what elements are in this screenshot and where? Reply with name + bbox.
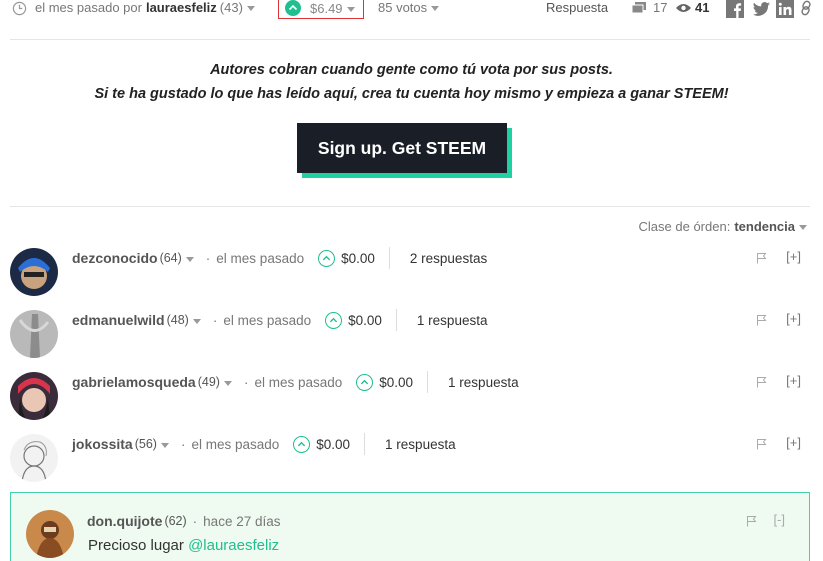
reply-count[interactable]: 1 respuesta: [385, 437, 456, 452]
comment-author[interactable]: dezconocido: [72, 250, 158, 266]
reply-time: hace 27 días: [203, 513, 281, 529]
avatar[interactable]: [10, 310, 58, 358]
avatar[interactable]: [10, 372, 58, 420]
divider: [10, 39, 810, 40]
flag-icon[interactable]: [756, 314, 767, 326]
comment-time: el mes pasado: [216, 250, 305, 266]
author-rep: (56): [134, 437, 157, 451]
separator-dot: ·: [192, 513, 198, 529]
post-author-meta: el mes pasado por lauraesfeliz (43): [35, 0, 255, 15]
upvote-icon[interactable]: [318, 249, 336, 267]
expand-toggle[interactable]: [+]: [786, 311, 801, 326]
post-meta-bar: el mes pasado por lauraesfeliz (43) $6.4…: [0, 0, 823, 19]
divider: [427, 371, 429, 393]
facebook-icon[interactable]: [726, 0, 744, 18]
clock-icon: [12, 1, 27, 16]
author-rep: (49): [197, 375, 220, 389]
comment-payout[interactable]: $0.00: [341, 251, 375, 266]
flag-icon[interactable]: [756, 438, 767, 450]
post-payout[interactable]: $6.49: [278, 0, 364, 19]
collapse-toggle[interactable]: [-]: [773, 512, 785, 527]
expand-toggle[interactable]: [+]: [786, 373, 801, 388]
reply-text: Precioso lugar: [88, 537, 184, 554]
comment-time: el mes pasado: [223, 312, 312, 328]
expand-toggle[interactable]: [+]: [786, 435, 801, 450]
post-author-link[interactable]: lauraesfeliz: [146, 0, 217, 15]
divider: [10, 206, 810, 207]
sort-selector[interactable]: Clase de órden: tendencia: [639, 219, 807, 234]
avatar[interactable]: [10, 248, 58, 296]
comment-time: el mes pasado: [191, 436, 280, 452]
flag-icon[interactable]: [756, 376, 767, 388]
promo-line-1: Autores cobran cuando gente como tú vota…: [210, 62, 613, 78]
vote-count-label: 85 votos: [378, 0, 428, 15]
author-rep: (62): [164, 514, 187, 528]
payout-amount: $6.49: [310, 0, 343, 16]
comment-author[interactable]: jokossita: [72, 436, 133, 452]
upvote-icon[interactable]: [285, 0, 301, 16]
comment-item: gabrielamosqueda (49) · el mes pasado $0…: [0, 371, 823, 422]
comment-count: 17: [653, 0, 668, 15]
divider: [388, 247, 390, 269]
signup-button[interactable]: Sign up. Get STEEM: [297, 123, 507, 173]
chevron-down-icon[interactable]: [246, 6, 255, 11]
signup-area: Sign up. Get STEEM: [297, 123, 512, 178]
separator-dot: ·: [243, 374, 249, 390]
twitter-icon[interactable]: [752, 0, 771, 18]
sort-label: Clase de órden:: [638, 219, 731, 234]
author-rep: (64): [159, 251, 182, 265]
reply-count[interactable]: 1 respuesta: [417, 313, 488, 328]
post-time: el mes pasado por: [35, 0, 142, 15]
post-author-rep: (43): [219, 0, 243, 15]
view-count: 41: [695, 0, 710, 15]
reply-body: Precioso lugar @lauraesfeliz: [88, 537, 279, 554]
separator-dot: ·: [212, 312, 218, 328]
upvote-icon[interactable]: [325, 311, 343, 329]
promo-line-2: Si te ha gustado lo que has leído aquí, …: [94, 86, 729, 102]
divider: [395, 309, 397, 331]
highlighted-reply: don.quijote (62) · hace 27 días Precioso…: [10, 492, 810, 561]
author-rep: (48): [166, 313, 189, 327]
sort-value[interactable]: tendencia: [734, 219, 795, 234]
upvote-icon[interactable]: [356, 373, 374, 391]
chevron-down-icon[interactable]: [346, 6, 355, 12]
reply-button[interactable]: Respuesta: [546, 0, 608, 15]
reply-count[interactable]: 1 respuesta: [448, 375, 519, 390]
comment-time: el mes pasado: [254, 374, 343, 390]
reply-count[interactable]: 2 respuestas: [410, 251, 487, 266]
comment-item: dezconocido (64) · el mes pasado $0.00 2…: [0, 247, 823, 298]
comment-item: edmanuelwild (48) · el mes pasado $0.00 …: [0, 309, 823, 360]
comment-payout[interactable]: $0.00: [379, 375, 413, 390]
divider: [364, 433, 366, 455]
chevron-down-icon[interactable]: [192, 318, 201, 324]
chevron-down-icon[interactable]: [185, 256, 194, 262]
separator-dot: ·: [180, 436, 186, 452]
avatar[interactable]: [26, 510, 74, 558]
chevron-down-icon[interactable]: [160, 442, 169, 448]
flag-icon[interactable]: [746, 515, 757, 527]
expand-toggle[interactable]: [+]: [786, 249, 801, 264]
separator-dot: ·: [205, 250, 211, 266]
link-icon[interactable]: [800, 0, 812, 16]
eye-icon: [676, 4, 691, 12]
chevron-down-icon[interactable]: [799, 225, 807, 230]
upvote-icon[interactable]: [293, 435, 311, 453]
vote-count[interactable]: 85 votos: [378, 0, 440, 15]
chevron-down-icon[interactable]: [223, 380, 232, 386]
chevron-down-icon[interactable]: [431, 6, 440, 11]
comment-author[interactable]: edmanuelwild: [72, 312, 165, 328]
user-mention-link[interactable]: @lauraesfeliz: [188, 537, 279, 554]
comment-author[interactable]: gabrielamosqueda: [72, 374, 196, 390]
comment-item: jokossita (56) · el mes pasado $0.00 1 r…: [0, 433, 823, 484]
avatar[interactable]: [10, 434, 58, 482]
flag-icon[interactable]: [756, 252, 767, 264]
comment-payout[interactable]: $0.00: [348, 313, 382, 328]
linkedin-icon[interactable]: [776, 0, 794, 18]
comment-payout[interactable]: $0.00: [316, 437, 350, 452]
reply-author[interactable]: don.quijote: [87, 513, 162, 529]
comments-icon[interactable]: [631, 1, 647, 16]
